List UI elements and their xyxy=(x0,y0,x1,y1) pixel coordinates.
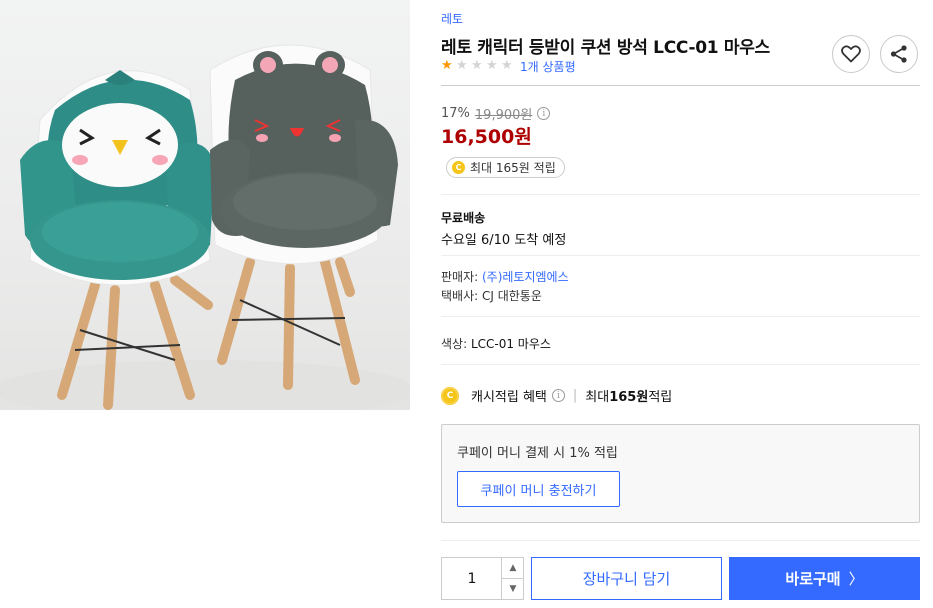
option-row: 색상: LCC-01 마우스 xyxy=(441,335,551,352)
discount-rate: 17% xyxy=(441,106,470,121)
coupay-money-text: 쿠페이 머니 결제 시 1% 적립 xyxy=(457,446,618,461)
delivery-date: 수요일 6/10 도착 예정 xyxy=(441,233,567,248)
rating-row[interactable]: ★ ★ ★ ★ ★ 1개 상품평 xyxy=(441,58,576,74)
star-icon-empty: ★ xyxy=(501,58,513,73)
option-label: 색상: xyxy=(441,337,471,351)
quantity-increase-button[interactable]: ▲ xyxy=(501,558,524,579)
chevron-up-icon: ▲ xyxy=(509,563,517,573)
brand-link[interactable]: 레토 xyxy=(441,10,463,27)
original-price: 19,900원 xyxy=(474,108,533,123)
coupay-charge-button[interactable]: 쿠페이 머니 충전하기 xyxy=(457,471,620,507)
quantity-decrease-button[interactable]: ▼ xyxy=(501,578,524,599)
price-divider xyxy=(441,194,920,195)
info-icon[interactable]: i xyxy=(551,389,565,402)
coupay-money-box: 쿠페이 머니 결제 시 1% 적립 쿠페이 머니 충전하기 xyxy=(441,424,920,523)
cash-benefit-row: C 캐시적립 혜택 i | 최대 165원 적립 xyxy=(441,386,672,405)
chevron-down-icon: ▼ xyxy=(509,583,517,594)
separator: | xyxy=(572,388,578,403)
quantity-input[interactable] xyxy=(442,558,502,599)
cash-benefit-prefix: 최대 xyxy=(585,390,610,405)
option-value: LCC-01 마우스 xyxy=(470,337,551,351)
buy-now-button[interactable]: 바로구매 〉 xyxy=(729,557,920,600)
star-icon-empty: ★ xyxy=(471,58,483,73)
seller-row: 판매자: (주)레토지엠에스 xyxy=(441,268,569,285)
share-button[interactable] xyxy=(880,35,918,73)
seller-link[interactable]: (주)레토지엠에스 xyxy=(482,270,569,284)
original-price-row: 17% 19,900원 i xyxy=(441,104,551,123)
shipping-title: 무료배송 xyxy=(441,211,486,225)
wishlist-button[interactable] xyxy=(832,35,870,73)
seller-divider xyxy=(441,316,920,317)
star-icon-empty: ★ xyxy=(486,58,498,73)
star-icon-empty: ★ xyxy=(456,58,468,73)
shipping-divider xyxy=(441,255,920,256)
cash-benefit-suffix: 적립 xyxy=(648,390,673,405)
carrier-row: 택배사: CJ 대한통운 xyxy=(441,289,542,303)
quantity-stepper: ▲ ▼ xyxy=(441,557,524,600)
product-photo xyxy=(0,44,410,410)
review-count-link[interactable]: 1개 상품평 xyxy=(520,58,576,75)
star-icon-filled: ★ xyxy=(441,58,453,73)
add-to-cart-button[interactable]: 장바구니 담기 xyxy=(531,557,722,600)
heart-icon xyxy=(841,45,861,63)
cash-coin-icon: C xyxy=(441,386,459,405)
sale-price: 16,500원 xyxy=(441,126,532,148)
cash-benefit-amount: 165원 xyxy=(609,390,649,405)
purchase-divider xyxy=(441,540,920,541)
chevron-right-icon: 〉 xyxy=(848,570,864,588)
cash-coin-icon: C xyxy=(452,161,465,174)
seller-label: 판매자: xyxy=(441,270,482,284)
info-icon[interactable]: i xyxy=(537,107,551,120)
buy-now-label: 바로구매 xyxy=(785,570,841,588)
product-title: 레토 캐릭터 등받이 쿠션 방석 LCC-01 마우스 xyxy=(441,38,770,58)
star-rating: ★ ★ ★ ★ ★ xyxy=(441,59,515,73)
product-image[interactable] xyxy=(0,0,410,410)
option-divider xyxy=(441,364,920,365)
share-icon xyxy=(890,45,907,63)
cash-badge-text: 최대 165원 적립 xyxy=(470,161,556,175)
cash-reward-badge: C 최대 165원 적립 xyxy=(446,157,565,178)
title-divider xyxy=(441,85,920,86)
cash-benefit-label: 캐시적립 혜택 xyxy=(471,390,547,405)
